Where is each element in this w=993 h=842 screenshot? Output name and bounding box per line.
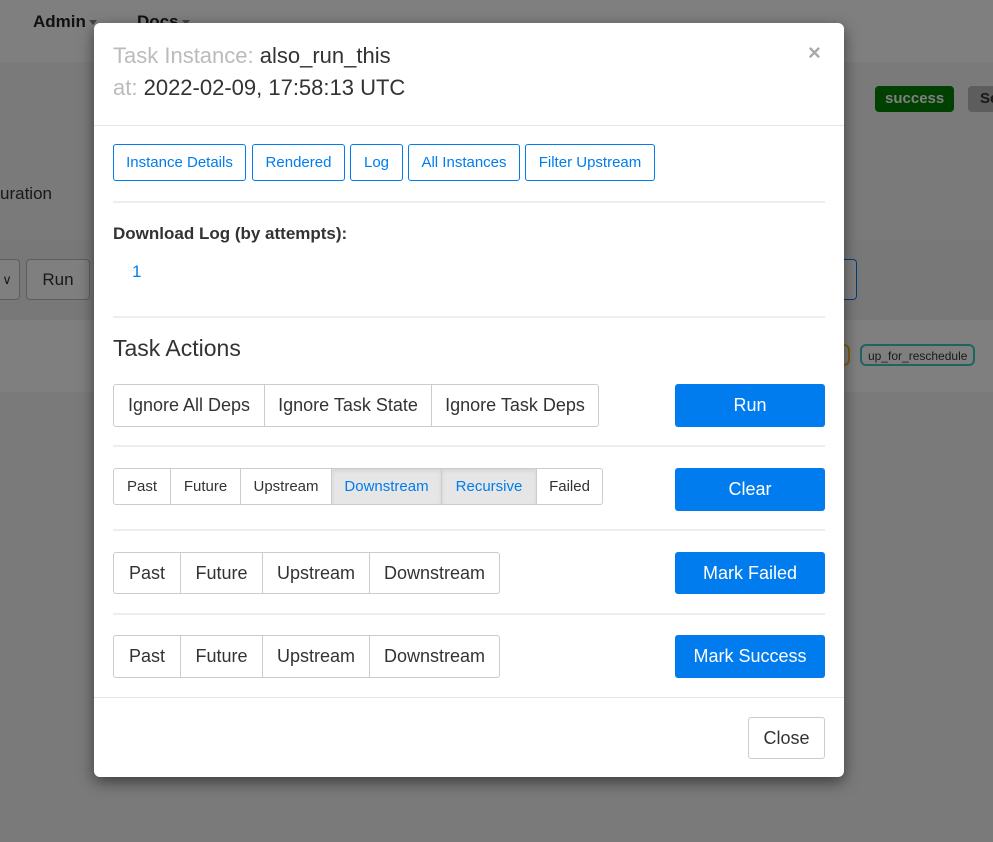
at-prefix: at:	[113, 75, 138, 100]
ignore-task-deps-toggle[interactable]: Ignore Task Deps	[431, 385, 598, 426]
close-button[interactable]: Close	[748, 717, 825, 759]
task-actions-title: Task Actions	[113, 335, 241, 361]
execution-date: 2022-02-09, 17:58:13 UTC	[143, 75, 406, 100]
success-downstream-toggle[interactable]: Downstream	[369, 636, 499, 677]
run-options-group: Ignore All Deps Ignore Task State Ignore…	[113, 384, 599, 427]
failed-future-toggle[interactable]: Future	[180, 553, 262, 593]
modal-header: Task Instance: also_run_this at: 2022-02…	[94, 23, 844, 126]
task-instance-modal: Task Instance: also_run_this at: 2022-02…	[94, 23, 844, 777]
mark-success-button[interactable]: Mark Success	[675, 635, 825, 678]
failed-past-toggle[interactable]: Past	[114, 553, 180, 593]
success-future-toggle[interactable]: Future	[180, 636, 262, 677]
failed-upstream-toggle[interactable]: Upstream	[262, 553, 369, 593]
clear-upstream-toggle[interactable]: Upstream	[240, 469, 331, 504]
success-upstream-toggle[interactable]: Upstream	[262, 636, 369, 677]
clear-options-group: Past Future Upstream Downstream Recursiv…	[113, 468, 603, 505]
log-button[interactable]: Log	[350, 144, 403, 181]
clear-downstream-toggle[interactable]: Downstream	[331, 469, 441, 504]
ignore-all-deps-toggle[interactable]: Ignore All Deps	[114, 385, 264, 426]
clear-failed-toggle[interactable]: Failed	[536, 469, 602, 504]
download-log-label: Download Log (by attempts):	[113, 224, 348, 243]
task-id: also_run_this	[259, 43, 391, 68]
clear-button[interactable]: Clear	[675, 468, 825, 511]
modal-title: Task Instance: also_run_this	[113, 43, 391, 69]
clear-past-toggle[interactable]: Past	[114, 469, 170, 504]
success-past-toggle[interactable]: Past	[114, 636, 180, 677]
mark-failed-options-group: Past Future Upstream Downstream	[113, 552, 500, 594]
divider	[113, 201, 825, 203]
instance-details-button[interactable]: Instance Details	[113, 144, 246, 181]
run-button[interactable]: Run	[675, 384, 825, 427]
filter-upstream-button[interactable]: Filter Upstream	[525, 144, 655, 181]
rendered-button[interactable]: Rendered	[252, 144, 345, 181]
all-instances-button[interactable]: All Instances	[408, 144, 520, 181]
modal-footer-divider	[94, 697, 844, 698]
clear-future-toggle[interactable]: Future	[170, 469, 240, 504]
failed-downstream-toggle[interactable]: Downstream	[369, 553, 499, 593]
close-icon[interactable]: ×	[808, 40, 821, 66]
modal-subtitle: at: 2022-02-09, 17:58:13 UTC	[113, 75, 405, 101]
clear-recursive-toggle[interactable]: Recursive	[441, 469, 536, 504]
divider	[113, 445, 825, 447]
divider	[113, 316, 825, 318]
title-prefix: Task Instance:	[113, 43, 254, 68]
mark-success-options-group: Past Future Upstream Downstream	[113, 635, 500, 678]
mark-failed-button[interactable]: Mark Failed	[675, 552, 825, 594]
download-attempt-link[interactable]: 1	[132, 262, 141, 282]
divider	[113, 613, 825, 615]
ignore-task-state-toggle[interactable]: Ignore Task State	[264, 385, 431, 426]
divider	[113, 529, 825, 531]
